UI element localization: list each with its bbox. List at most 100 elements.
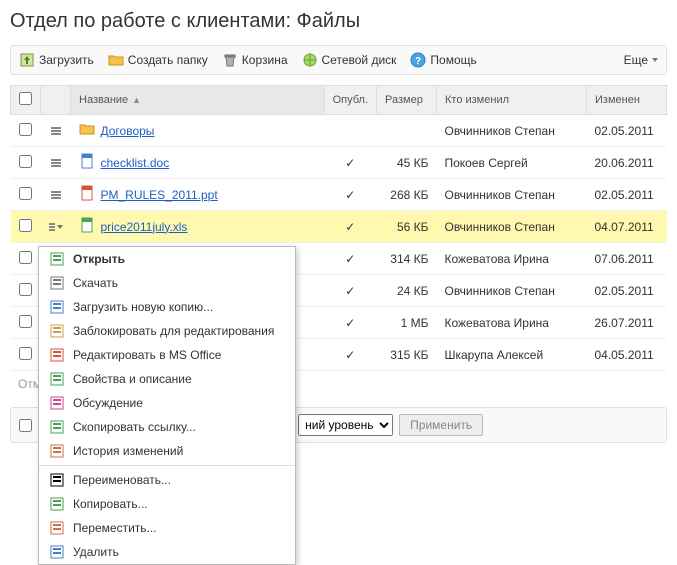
- chevron-down-icon: [652, 58, 658, 62]
- file-author: Покоев Сергей: [437, 147, 587, 179]
- menu-item-icon: [49, 496, 65, 512]
- create-folder-label: Создать папку: [128, 53, 208, 67]
- file-author: Кожеватова Ирина: [437, 307, 587, 339]
- svg-text:?: ?: [415, 56, 421, 67]
- help-button[interactable]: ? Помощь: [410, 52, 476, 68]
- menu-item-label: История изменений: [73, 444, 183, 458]
- row-checkbox[interactable]: [19, 315, 32, 328]
- row-menu-trigger[interactable]: [49, 156, 63, 170]
- context-menu-item[interactable]: Заблокировать для редактирования: [39, 319, 295, 343]
- col-published[interactable]: Опубл.: [324, 86, 376, 115]
- published-mark: ✓: [345, 284, 355, 298]
- context-menu-item[interactable]: Свойства и описание: [39, 367, 295, 391]
- menu-item-icon: [49, 419, 65, 435]
- published-mark: ✓: [345, 156, 355, 170]
- table-row[interactable]: checklist.doc✓45 КБПокоев Сергей20.06.20…: [11, 147, 667, 179]
- file-link[interactable]: Договоры: [101, 124, 155, 138]
- context-menu-item[interactable]: Удалить: [39, 540, 295, 564]
- file-size: [377, 115, 437, 147]
- create-folder-button[interactable]: Создать папку: [108, 52, 208, 68]
- file-size: 268 КБ: [377, 179, 437, 211]
- published-mark: ✓: [345, 188, 355, 202]
- upload-icon: [19, 52, 35, 68]
- row-checkbox[interactable]: [19, 155, 32, 168]
- context-menu-item[interactable]: Загрузить новую копию...: [39, 295, 295, 319]
- row-checkbox[interactable]: [19, 251, 32, 264]
- file-size: 1 МБ: [377, 307, 437, 339]
- network-disk-icon: [302, 52, 318, 68]
- context-menu-item[interactable]: Скопировать ссылку...: [39, 415, 295, 439]
- menu-item-label: Обсуждение: [73, 396, 143, 410]
- col-who[interactable]: Кто изменил: [437, 86, 587, 115]
- file-date: 04.07.2011: [587, 211, 667, 243]
- menu-item-label: Переименовать...: [73, 473, 171, 487]
- file-link[interactable]: checklist.doc: [101, 156, 170, 170]
- col-check-all[interactable]: [11, 86, 41, 115]
- row-checkbox[interactable]: [19, 123, 32, 136]
- file-size: 24 КБ: [377, 275, 437, 307]
- file-author: Кожеватова Ирина: [437, 243, 587, 275]
- network-disk-label: Сетевой диск: [322, 53, 397, 67]
- sort-arrow-icon: ▲: [132, 95, 141, 105]
- more-button[interactable]: Еще: [624, 53, 658, 67]
- context-menu-item[interactable]: История изменений: [39, 439, 295, 463]
- file-date: 20.06.2011: [587, 147, 667, 179]
- file-author: Овчинников Степан: [437, 211, 587, 243]
- menu-item-label: Заблокировать для редактирования: [73, 324, 274, 338]
- menu-item-icon: [49, 323, 65, 339]
- row-checkbox[interactable]: [19, 283, 32, 296]
- row-checkbox[interactable]: [19, 187, 32, 200]
- context-menu-item[interactable]: Переместить...: [39, 516, 295, 540]
- published-mark: ✓: [345, 348, 355, 362]
- folder-add-icon: [108, 52, 124, 68]
- more-label: Еще: [624, 53, 648, 67]
- menu-item-label: Загрузить новую копию...: [73, 300, 213, 314]
- menu-item-icon: [49, 347, 65, 363]
- level-select[interactable]: ний уровень: [298, 414, 393, 436]
- context-menu-item[interactable]: Копировать...: [39, 492, 295, 516]
- menu-item-label: Удалить: [73, 545, 119, 559]
- file-author: Овчинников Степан: [437, 179, 587, 211]
- col-name[interactable]: Название▲: [71, 86, 325, 115]
- col-changed[interactable]: Изменен: [587, 86, 667, 115]
- table-row[interactable]: ДоговорыОвчинников Степан02.05.2011: [11, 115, 667, 147]
- help-label: Помощь: [430, 53, 476, 67]
- file-size: 314 КБ: [377, 243, 437, 275]
- row-menu-trigger[interactable]: [49, 188, 63, 202]
- trash-button[interactable]: Корзина: [222, 52, 288, 68]
- context-menu-item[interactable]: Открыть: [39, 247, 295, 271]
- context-menu: Открыть Скачать Загрузить новую копию... За…: [38, 246, 296, 565]
- check-all[interactable]: [19, 92, 32, 105]
- toolbar: Загрузить Создать папку Корзина Сетевой …: [10, 45, 667, 75]
- context-menu-item[interactable]: Обсуждение: [39, 391, 295, 415]
- file-author: Овчинников Степан: [437, 275, 587, 307]
- menu-item-label: Копировать...: [73, 497, 148, 511]
- menu-item-label: Свойства и описание: [73, 372, 192, 386]
- file-icon: [79, 153, 95, 172]
- col-menu-header: [41, 86, 71, 115]
- row-checkbox[interactable]: [19, 219, 32, 232]
- row-checkbox[interactable]: [19, 347, 32, 360]
- table-row[interactable]: PM_RULES_2011.ppt ✓ 268 КБОвчинников Степа…: [11, 179, 667, 211]
- file-icon: [79, 217, 95, 236]
- footer-checkbox[interactable]: [19, 419, 32, 432]
- apply-button[interactable]: Применить: [399, 414, 483, 436]
- context-menu-item[interactable]: Переименовать...: [39, 468, 295, 492]
- menu-item-label: Открыть: [73, 252, 125, 266]
- network-disk-button[interactable]: Сетевой диск: [302, 52, 397, 68]
- upload-button[interactable]: Загрузить: [19, 52, 94, 68]
- col-size[interactable]: Размер: [377, 86, 437, 115]
- menu-item-icon: [49, 472, 65, 488]
- context-menu-item[interactable]: Скачать: [39, 271, 295, 295]
- trash-icon: [222, 52, 238, 68]
- file-icon: [79, 121, 95, 140]
- published-mark: ✓: [345, 252, 355, 266]
- table-row[interactable]: price2011july.xls✓56 КБОвчинников Степан…: [11, 211, 667, 243]
- row-menu-trigger[interactable]: [49, 124, 63, 138]
- context-menu-item[interactable]: Редактировать в MS Office: [39, 343, 295, 367]
- menu-item-icon: [49, 251, 65, 267]
- file-date: 02.05.2011: [587, 115, 667, 147]
- file-link[interactable]: price2011july.xls: [101, 220, 188, 234]
- row-menu-trigger[interactable]: [49, 220, 63, 234]
- file-link[interactable]: PM_RULES_2011.ppt: [101, 188, 218, 202]
